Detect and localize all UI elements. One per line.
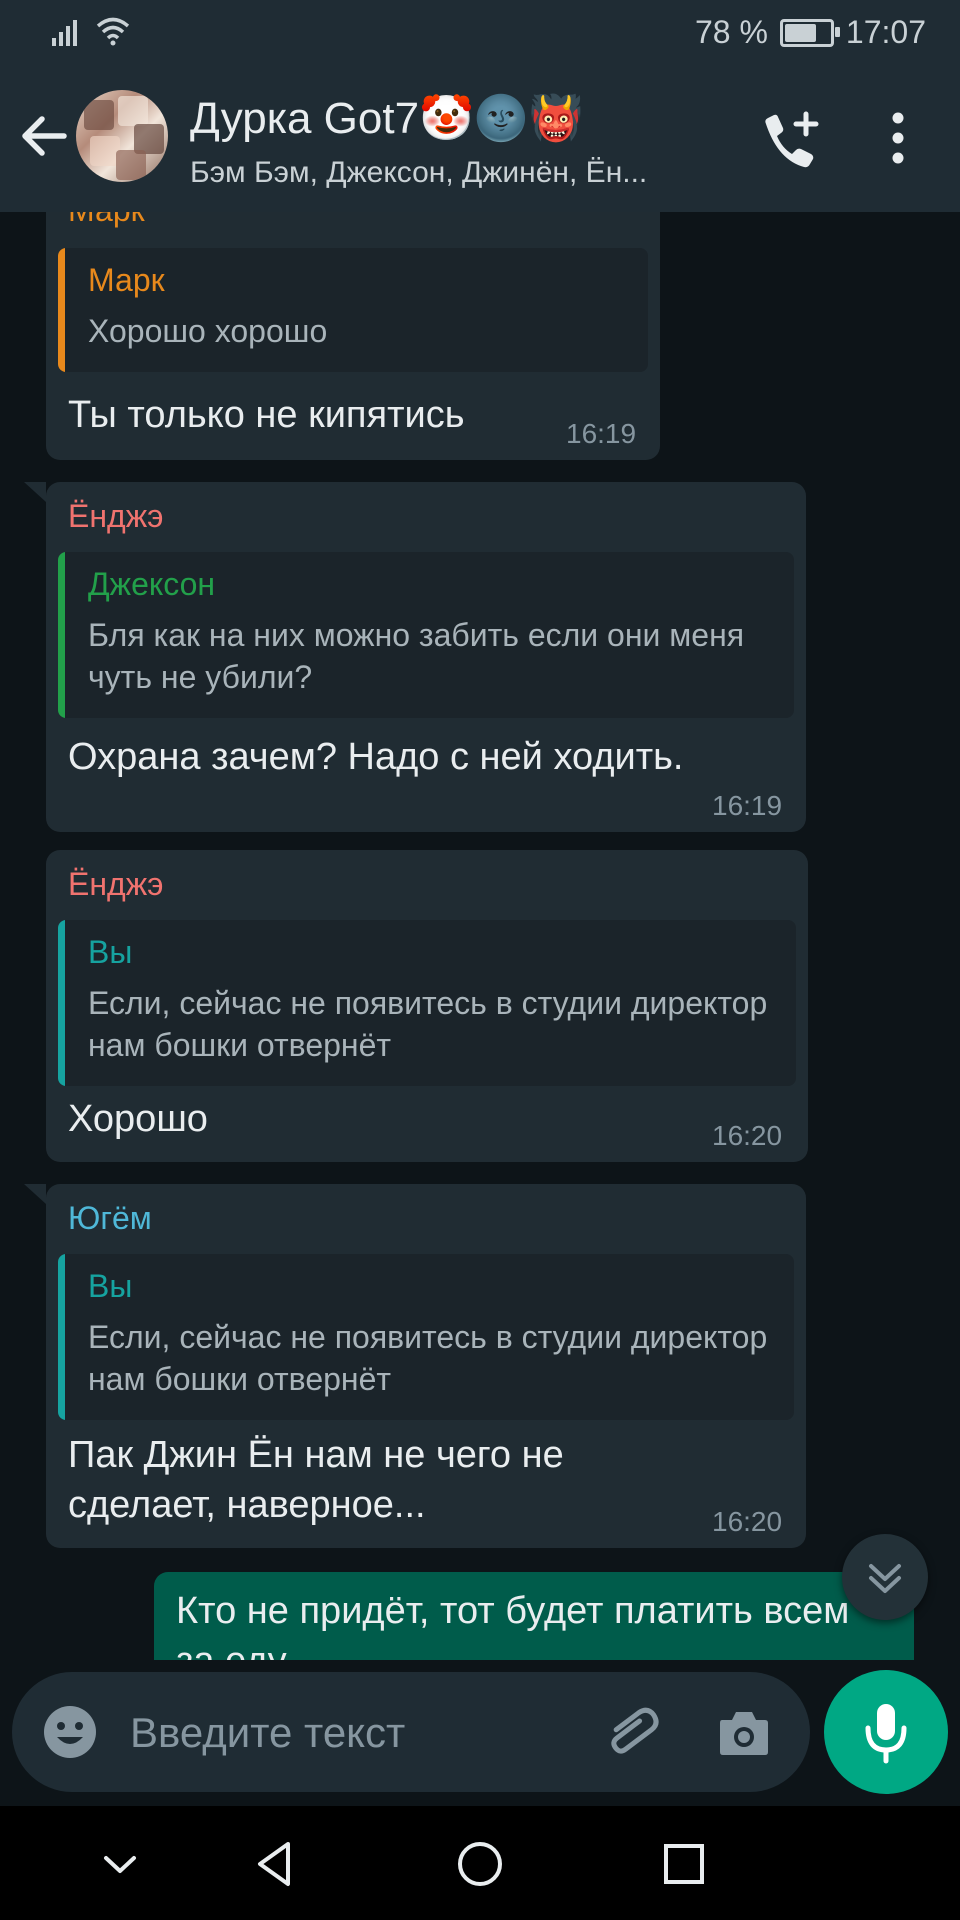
double-chevron-down-icon (869, 1564, 901, 1593)
quoted-text: Если, сейчас не появитесь в студии дирек… (88, 985, 768, 1063)
battery-icon (779, 18, 840, 47)
wifi-icon (96, 17, 130, 46)
message-bubble[interactable]: Ёнджэ Вы Если, сейчас не появитесь в сту… (46, 850, 808, 1162)
clock: 17:07 (845, 14, 926, 50)
system-navigation-bar (0, 1806, 960, 1920)
group-avatar[interactable] (76, 90, 168, 182)
quoted-sender: Джексон (88, 566, 216, 602)
hide-keyboard-icon[interactable] (92, 1836, 148, 1892)
quoted-text: Бля как на них можно забить если они мен… (88, 617, 745, 695)
quoted-text: Хорошо хорошо (88, 313, 328, 349)
camera-icon[interactable] (716, 1706, 772, 1758)
quoted-message[interactable]: Марк Хорошо хорошо (58, 248, 648, 372)
battery-percent: 78 % (694, 14, 768, 50)
signal-icon (52, 20, 77, 46)
quoted-sender: Вы (88, 1268, 133, 1304)
status-bar: 78 % 17:07 (0, 0, 960, 64)
outgoing-message-bubble[interactable]: Кто не придёт, тот будет платить всем за… (154, 1572, 914, 1660)
chat-participants[interactable]: Бэм Бэм, Джексон, Джинён, Ён... (190, 156, 730, 190)
more-vertical-icon[interactable] (880, 110, 916, 166)
chat-header: Дурка Got7🤡🌚👹 Бэм Бэм, Джексон, Джинён, … (0, 64, 960, 212)
quoted-message[interactable]: Вы Если, сейчас не появитесь в студии ди… (58, 1254, 794, 1420)
quoted-sender: Вы (88, 934, 133, 970)
quoted-sender: Марк (88, 262, 165, 298)
quoted-text: Если, сейчас не появитесь в студии дирек… (88, 1319, 768, 1397)
message-input[interactable] (128, 1702, 552, 1764)
recent-apps-icon[interactable] (656, 1836, 712, 1892)
message-composer (12, 1672, 810, 1792)
message-text: Ты только не кипятись (68, 394, 465, 436)
message-time: 16:19 (566, 418, 637, 449)
message-time: 16:20 (712, 1506, 783, 1537)
message-bubble[interactable]: Марк Марк Хорошо хорошо Ты только не кип… (46, 212, 660, 460)
message-sender: Ёнджэ (68, 498, 164, 534)
microphone-icon (865, 1704, 907, 1764)
quoted-message[interactable]: Вы Если, сейчас не появитесь в студии ди… (58, 920, 796, 1086)
quoted-message[interactable]: Джексон Бля как на них можно забить если… (58, 552, 794, 718)
message-sender: Ёнджэ (68, 866, 164, 902)
phone-plus-icon[interactable] (756, 110, 822, 170)
paperclip-icon[interactable] (602, 1702, 662, 1762)
bubble-tail (24, 1184, 46, 1204)
message-bubble[interactable]: Югём Вы Если, сейчас не появитесь в студ… (46, 1184, 806, 1548)
scroll-to-bottom-button[interactable] (842, 1534, 928, 1620)
back-triangle-icon[interactable] (248, 1836, 304, 1892)
message-text: Охрана зачем? Надо с ней ходить. (68, 736, 684, 778)
bubble-tail (24, 482, 46, 502)
message-text: Хорошо (68, 1098, 208, 1140)
message-sender: Югём (68, 1200, 152, 1236)
message-time: 16:19 (712, 790, 783, 821)
message-bubble[interactable]: Ёнджэ Джексон Бля как на них можно забит… (46, 482, 806, 832)
message-text: Кто не придёт, тот будет платить всем за… (176, 1590, 850, 1660)
arrow-left-icon[interactable] (16, 108, 72, 164)
message-sender: Марк (68, 212, 145, 229)
chat-area[interactable]: Марк Марк Хорошо хорошо Ты только не кип… (0, 212, 960, 1660)
message-time: 16:20 (712, 1120, 783, 1151)
home-circle-icon[interactable] (452, 1836, 508, 1892)
voice-message-button[interactable] (824, 1670, 948, 1794)
message-text: Пак Джин Ён нам не чего не сделает, наве… (68, 1434, 564, 1526)
emoji-icon[interactable] (42, 1704, 98, 1760)
chat-title[interactable]: Дурка Got7🤡🌚👹 (190, 92, 583, 144)
